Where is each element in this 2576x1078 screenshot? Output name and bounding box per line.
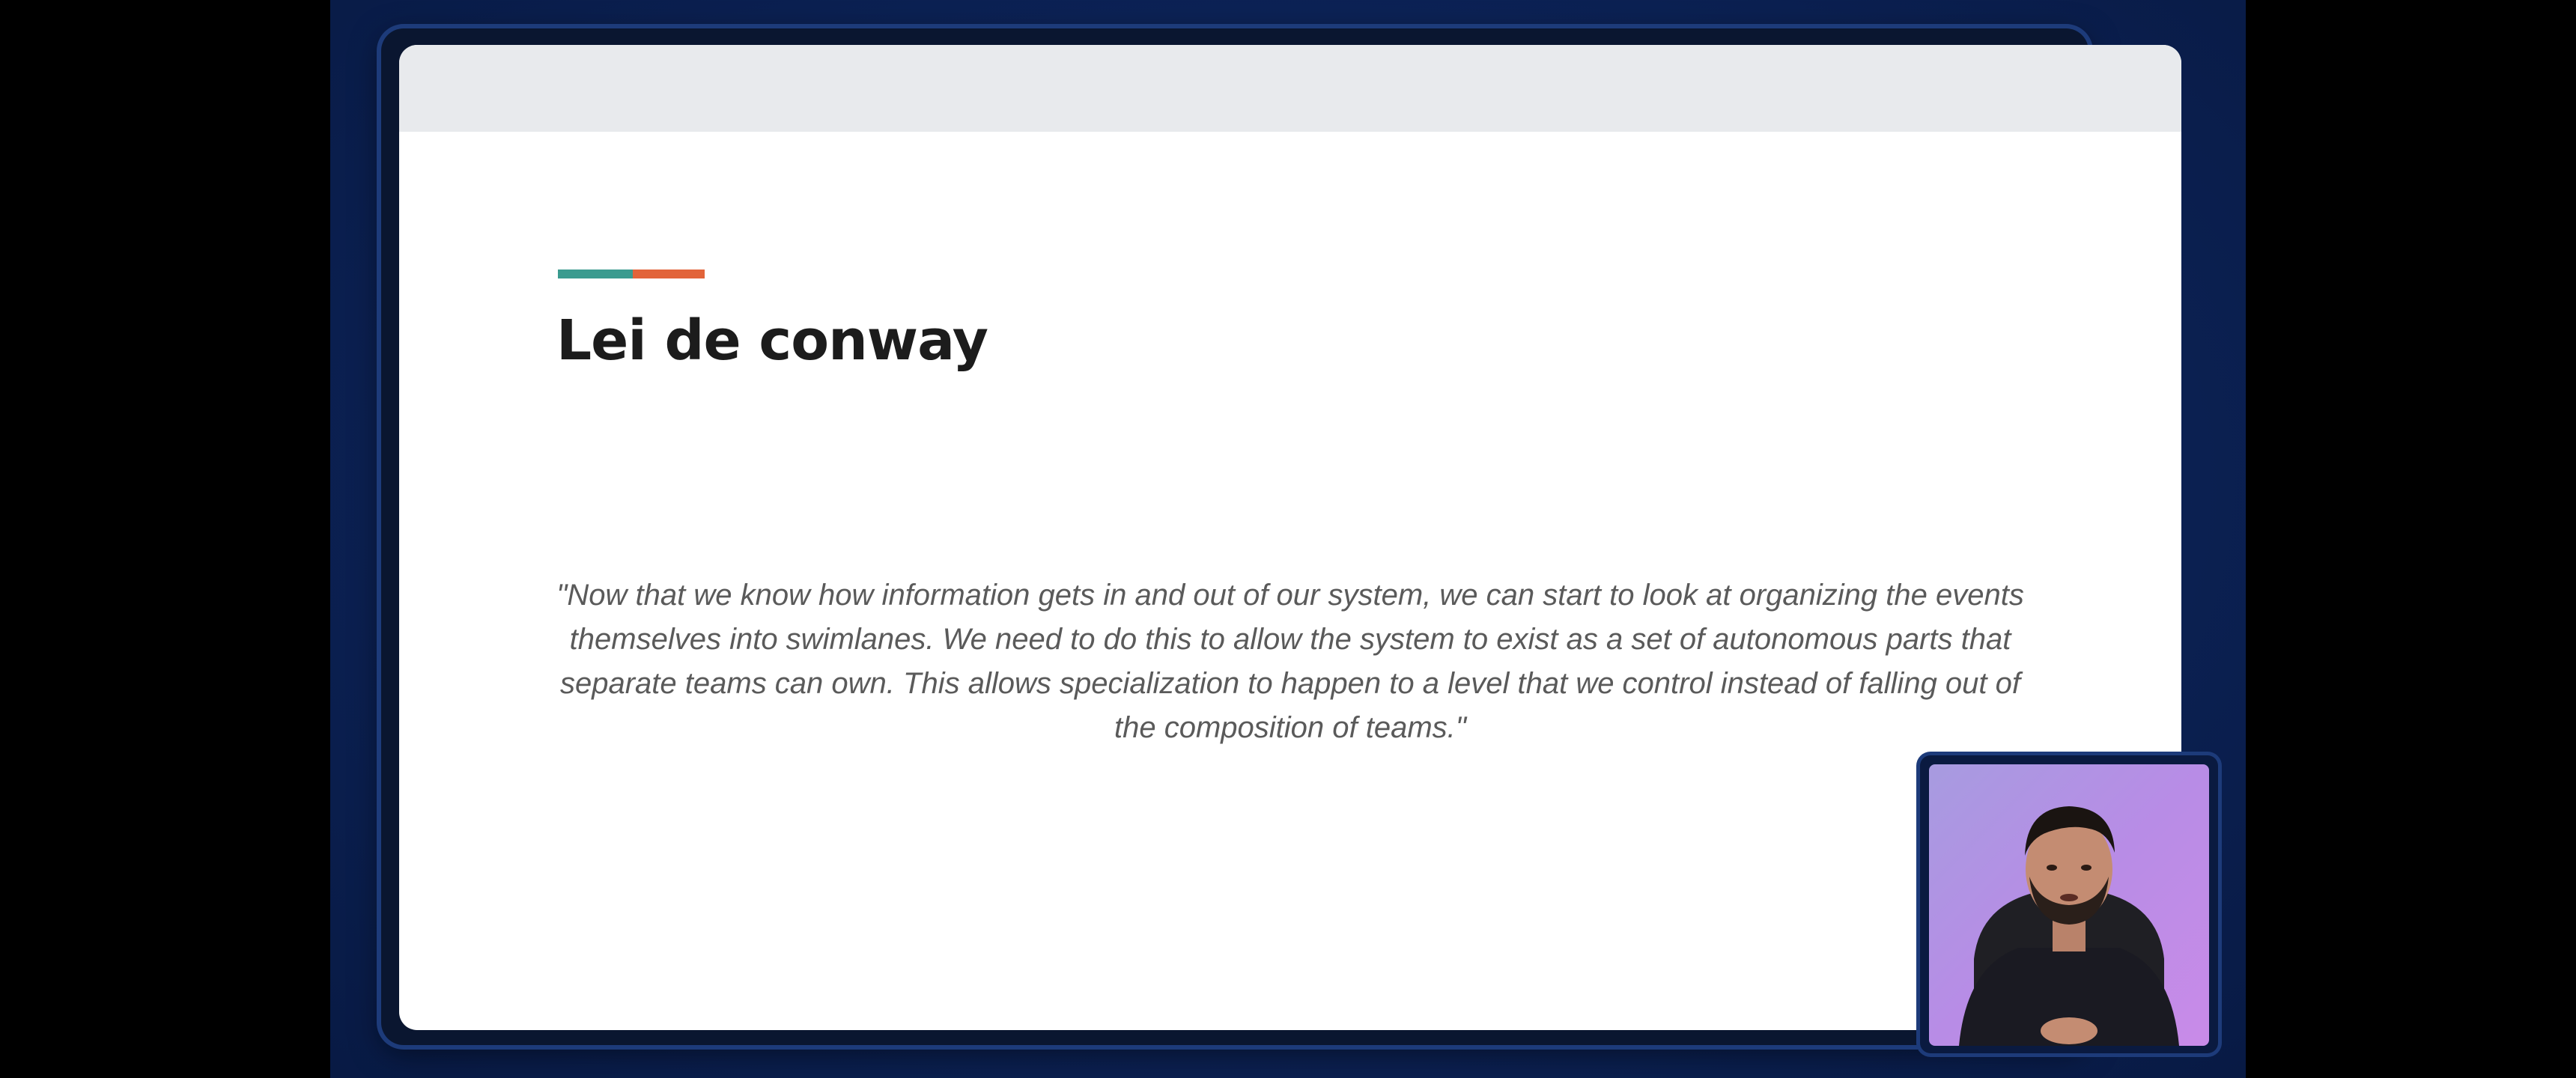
accent-teal-segment — [558, 270, 633, 278]
presentation-slide: Lei de conway "Now that we know how info… — [399, 45, 2181, 1030]
slide-quote: "Now that we know how information gets i… — [556, 579, 2024, 744]
presenter-webcam-icon — [1929, 764, 2209, 1046]
letterbox-left — [0, 0, 330, 1078]
title-accent-bar — [558, 270, 705, 278]
slide-top-bar — [399, 45, 2181, 132]
video-frame: Lei de conway "Now that we know how info… — [330, 0, 2246, 1078]
accent-orange-segment — [633, 270, 705, 278]
presenter-illustration — [1959, 806, 2179, 1046]
slide-title: Lei de conway — [556, 308, 988, 373]
letterbox-right — [2246, 0, 2576, 1078]
